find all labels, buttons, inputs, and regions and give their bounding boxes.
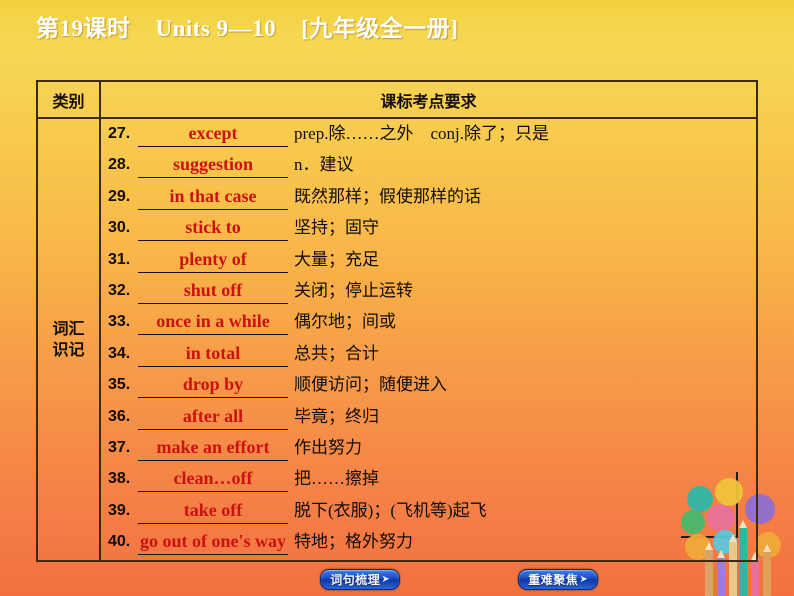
vocabulary-definition: 毕竟；终归: [294, 406, 379, 426]
table-cell-category: 词汇 识记: [38, 119, 101, 560]
answer-blank: in that case: [138, 185, 288, 210]
page-title: 第19课时 Units 9—10 [九年级全一册]: [36, 16, 459, 41]
vocabulary-term: once in a while: [156, 311, 270, 332]
vocabulary-term: take off: [183, 499, 243, 520]
vocabulary-term: in that case: [169, 185, 257, 206]
vocabulary-term: in total: [185, 342, 241, 363]
answer-blank: after all: [138, 405, 288, 430]
vocabulary-definition: 既然那样；假使那样的话: [294, 186, 481, 206]
vocabulary-term: make an effort: [156, 436, 270, 457]
row-number: 34.: [108, 344, 131, 362]
table-row: 35. drop by 顺便访问；随便进入: [101, 373, 756, 404]
answer-blank: drop by: [138, 373, 288, 399]
table-row: 30. stick to 坚持；固守: [101, 216, 756, 247]
nav-button-phrase-review[interactable]: 词句梳理 ➤: [320, 569, 400, 590]
column-header-category: 类别: [52, 93, 85, 111]
table-row: 39. take off 脱下(衣服)；(飞机等)起飞: [101, 499, 756, 530]
row-number: 39.: [108, 501, 131, 519]
table-row: 38. clean…off 把……擦掉: [101, 467, 756, 498]
answer-blank: go out of one's way: [138, 530, 288, 556]
row-number: 32.: [108, 281, 131, 299]
table-header-cell-category: 类别: [38, 82, 101, 117]
vocabulary-term: plenty of: [179, 248, 247, 269]
vocabulary-term: shut off: [183, 279, 243, 300]
vocabulary-definition: 总共；合计: [294, 343, 379, 363]
row-number: 30.: [108, 219, 131, 237]
vocabulary-definition: 坚持；固守: [294, 218, 379, 238]
vocabulary-term: except: [188, 123, 238, 143]
answer-blank: clean…off: [138, 467, 288, 493]
table-header-row: 类别 课标考点要求: [38, 82, 756, 119]
vocabulary-definition: 特地；格外努力: [294, 532, 413, 552]
nav-button-phrase-review-label: 词句梳理: [330, 573, 381, 587]
vocabulary-definition: 大量；充足: [294, 249, 379, 269]
vocabulary-definition: prep.除……之外 conj.除了；只是: [294, 124, 549, 143]
row-number: 40.: [108, 533, 131, 551]
nav-button-key-focus[interactable]: 重难聚焦 ➤: [518, 569, 598, 590]
vocabulary-term: stick to: [185, 217, 241, 238]
answer-blank: plenty of: [138, 248, 288, 273]
row-number: 35.: [108, 376, 131, 394]
vocabulary-term: after all: [182, 405, 244, 426]
vocabulary-definition: 顺便访问；随便进入: [294, 375, 447, 395]
row-number: 31.: [108, 250, 131, 268]
nav-button-key-focus-label: 重难聚焦: [528, 573, 579, 587]
column-header-requirements: 课标考点要求: [380, 93, 477, 111]
row-number: 38.: [108, 470, 131, 488]
vocabulary-table: 类别 课标考点要求 词汇 识记 27. except prep.除……之外 conj…: [36, 80, 758, 562]
vocabulary-definition: 脱下(衣服)；(飞机等)起飞: [294, 500, 487, 520]
pencil-6: [763, 544, 771, 596]
pencil-5: [751, 552, 759, 596]
row-number: 29.: [108, 187, 131, 205]
table-row: 33. once in a while 偶尔地；间或: [101, 310, 756, 341]
vocabulary-rows: 27. except prep.除……之外 conj.除了；只是 28. suggest…: [101, 119, 756, 560]
vocabulary-term: suggestion: [172, 154, 253, 175]
answer-blank: except: [138, 122, 288, 147]
table-row: 40. go out of one's way 特地；格外努力: [101, 530, 756, 561]
vocabulary-definition: n．建议: [294, 155, 354, 175]
table-row: 27. except prep.除……之外 conj.除了；只是: [101, 122, 756, 153]
category-label: 词汇 识记: [52, 320, 85, 359]
row-number: 33.: [108, 313, 131, 331]
slide-canvas: 第19课时 Units 9—10 [九年级全一册] 类别 课标考点要求 词汇 识…: [0, 0, 794, 596]
table-row: 34. in total 总共；合计: [101, 342, 756, 373]
answer-blank: shut off: [138, 279, 288, 304]
answer-blank: once in a while: [138, 310, 288, 336]
row-number: 36.: [108, 407, 131, 425]
row-number: 27.: [108, 125, 131, 142]
pencil-2: [717, 550, 725, 596]
table-row: 32. shut off 关闭；停止运转: [101, 279, 756, 310]
answer-blank: suggestion: [138, 153, 288, 179]
row-number: 28.: [108, 156, 131, 174]
answer-blank: stick to: [138, 216, 288, 242]
table-row: 37. make an effort 作出努力: [101, 436, 756, 467]
vocabulary-term: drop by: [182, 374, 244, 395]
chevron-right-icon-2: ➤: [579, 574, 588, 585]
chevron-right-icon: ➤: [381, 574, 390, 585]
vocabulary-term: go out of one's way: [139, 531, 286, 552]
table-row: 29. in that case 既然那样；假使那样的话: [101, 185, 756, 216]
table-row: 28. suggestion n．建议: [101, 153, 756, 184]
vocabulary-definition: 关闭；停止运转: [294, 280, 413, 300]
slide-header: 第19课时 Units 9—10 [九年级全一册]: [0, 12, 794, 50]
vocabulary-definition: 把……擦掉: [294, 469, 379, 489]
table-row: 31. plenty of 大量；充足: [101, 248, 756, 279]
vocabulary-term: clean…off: [173, 468, 253, 489]
vocabulary-definition: 作出努力: [294, 437, 362, 457]
math-bubble: [755, 532, 781, 558]
vocabulary-definition: 偶尔地；间或: [294, 312, 396, 332]
pencil-6-tip: [763, 544, 771, 552]
table-row: 36. after all 毕竟；终归: [101, 405, 756, 436]
row-number: 37.: [108, 438, 131, 456]
answer-blank: make an effort: [138, 436, 288, 461]
table-body: 词汇 识记 27. except prep.除……之外 conj.除了；只是 28. s…: [38, 119, 756, 560]
answer-blank: in total: [138, 342, 288, 367]
answer-blank: take off: [138, 499, 288, 524]
